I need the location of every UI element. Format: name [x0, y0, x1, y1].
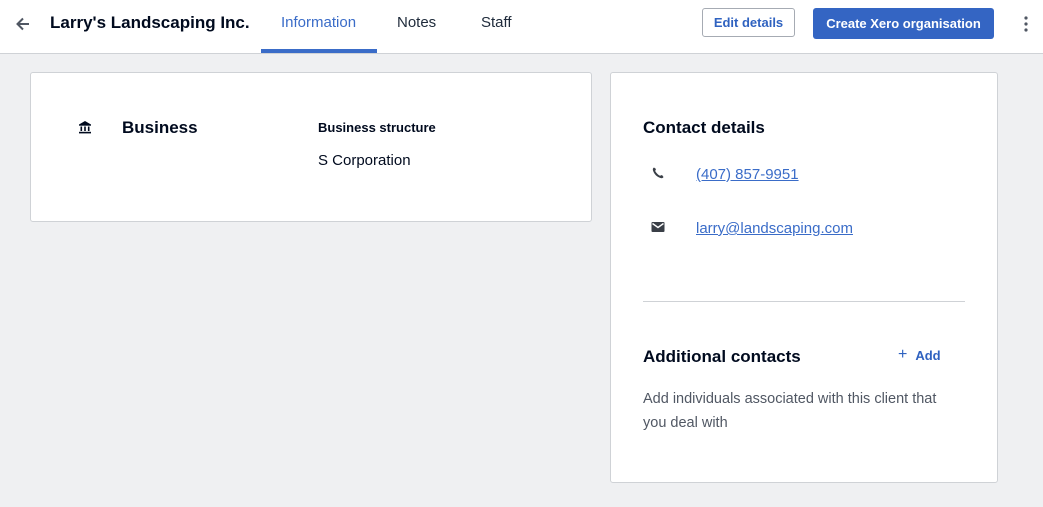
email-link[interactable]: larry@landscaping.com — [696, 220, 853, 237]
bank-icon — [79, 121, 91, 134]
envelope-icon — [651, 222, 665, 232]
create-xero-organisation-button[interactable]: Create Xero organisation — [813, 8, 994, 39]
edit-details-button[interactable]: Edit details — [702, 8, 795, 37]
contact-details-title: Contact details — [643, 118, 765, 137]
top-bar: Larry's Landscaping Inc. Information Not… — [0, 0, 1043, 54]
add-contact-label: Add — [915, 347, 941, 363]
additional-contacts-description: Add individuals associated with this cli… — [643, 391, 937, 431]
business-structure-value: S Corporation — [318, 152, 411, 169]
business-card — [30, 72, 592, 222]
section-divider — [643, 301, 965, 302]
active-tab-indicator — [261, 49, 377, 53]
business-structure-label: Business structure — [318, 120, 436, 135]
phone-icon — [652, 167, 664, 179]
additional-contacts-title: Additional contacts — [643, 347, 801, 366]
phone-link[interactable]: (407) 857-9951 — [696, 166, 799, 183]
tab-notes[interactable]: Notes — [397, 14, 436, 31]
page-title: Larry's Landscaping Inc. — [50, 13, 250, 32]
tab-staff[interactable]: Staff — [481, 14, 512, 31]
tab-information[interactable]: Information — [281, 14, 356, 31]
plus-icon: + — [898, 346, 908, 363]
arrow-left-icon[interactable] — [12, 13, 34, 35]
kebab-menu-icon[interactable] — [1019, 14, 1033, 34]
business-title: Business — [122, 118, 198, 137]
add-contact-button[interactable]: + Add — [898, 346, 941, 364]
